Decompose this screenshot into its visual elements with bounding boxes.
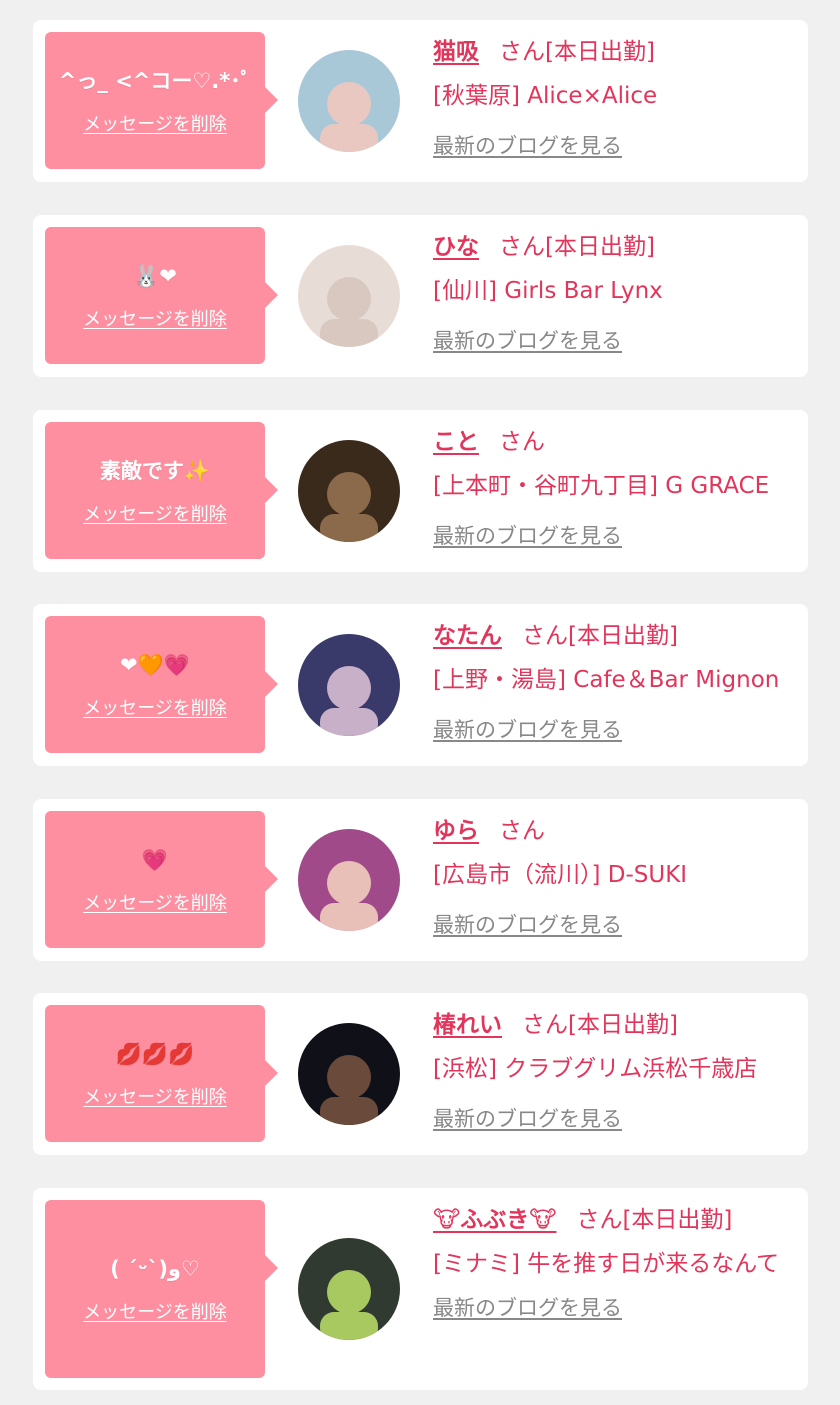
cast-avatar[interactable] [298, 245, 400, 347]
message-text: 🐰❤ [133, 263, 177, 288]
cast-name-link[interactable]: 椿れい [433, 1012, 502, 1038]
cast-info: なたん さん[本日出勤] [上野・湯島] Cafe＆Bar Mignon 最新のブ… [433, 618, 800, 744]
honorific-status: さん [499, 818, 545, 844]
honorific-status: さん[本日出勤] [499, 234, 655, 260]
shop-name: [仙川] Girls Bar Lynx [433, 278, 663, 304]
cast-info: こと さん [上本町・谷町九丁目] G GRACE 最新のブログを見る [433, 424, 800, 550]
message-bubble: 🐰❤ メッセージを削除 [45, 227, 278, 364]
cast-card: 💗 メッセージを削除 ゆら さん [広島市（流川）] D-SUKI 最新のブログを… [33, 799, 808, 961]
delete-message-link[interactable]: メッセージを削除 [83, 500, 227, 526]
cast-avatar[interactable] [298, 1238, 400, 1340]
delete-message-link[interactable]: メッセージを削除 [83, 1083, 227, 1109]
cast-card: 素敵です✨ メッセージを削除 こと さん [上本町・谷町九丁目] G GRACE … [33, 410, 808, 572]
shop-name: [ミナミ] 牛を推す日が来るなんて [433, 1251, 780, 1277]
message-bubble: 💋💋💋 メッセージを削除 [45, 1005, 278, 1142]
delete-message-link[interactable]: メッセージを削除 [83, 305, 227, 331]
cast-name-link[interactable]: 🐮ふぶき🐮 [433, 1207, 556, 1233]
honorific-status: さん[本日出勤] [522, 1012, 678, 1038]
cast-info: 椿れい さん[本日出勤] [浜松] クラブグリム浜松千歳店 最新のブログを見る [433, 1007, 800, 1133]
message-text: 💋💋💋 [115, 1041, 195, 1066]
message-text: 💗 [141, 847, 169, 872]
honorific-status: さん [499, 429, 545, 455]
cast-card: ( ˊᵕˋ)و♡ メッセージを削除 🐮ふぶき🐮 さん[本日出勤] [ミナミ] 牛を… [33, 1188, 808, 1390]
cast-avatar[interactable] [298, 1023, 400, 1125]
message-text: 素敵です✨ [99, 458, 211, 483]
latest-blog-link[interactable]: 最新のブログを見る [433, 909, 622, 939]
cast-card: 💋💋💋 メッセージを削除 椿れい さん[本日出勤] [浜松] クラブグリム浜松千歳… [33, 993, 808, 1155]
delete-message-link[interactable]: メッセージを削除 [83, 1298, 227, 1324]
favorite-cast-list: ^っ_ <^コー♡.*･ﾟ メッセージを削除 猫吸 さん[本日出勤] [秋葉原] … [0, 0, 840, 1405]
message-bubble: 素敵です✨ メッセージを削除 [45, 422, 278, 559]
latest-blog-link[interactable]: 最新のブログを見る [433, 1292, 622, 1322]
cast-info: 猫吸 さん[本日出勤] [秋葉原] Alice×Alice 最新のブログを見る [433, 34, 800, 160]
cast-info: 🐮ふぶき🐮 さん[本日出勤] [ミナミ] 牛を推す日が来るなんて 最新のブログを見… [433, 1202, 800, 1322]
cast-name-link[interactable]: なたん [433, 623, 502, 649]
cast-info: ゆら さん [広島市（流川）] D-SUKI 最新のブログを見る [433, 813, 800, 939]
cast-name-link[interactable]: ひな [433, 234, 479, 260]
shop-name: [浜松] クラブグリム浜松千歳店 [433, 1056, 758, 1082]
cast-name-link[interactable]: こと [433, 429, 479, 455]
shop-name: [上野・湯島] Cafe＆Bar Mignon [433, 667, 780, 693]
message-bubble: ( ˊᵕˋ)و♡ メッセージを削除 [45, 1200, 278, 1378]
cast-avatar[interactable] [298, 634, 400, 736]
delete-message-link[interactable]: メッセージを削除 [83, 889, 227, 915]
cast-card: 🐰❤ メッセージを削除 ひな さん[本日出勤] [仙川] Girls Bar Ly… [33, 215, 808, 377]
cast-name-link[interactable]: ゆら [433, 818, 479, 844]
honorific-status: さん[本日出勤] [522, 623, 678, 649]
cast-avatar[interactable] [298, 440, 400, 542]
message-text: ( ˊᵕˋ)و♡ [110, 1257, 200, 1281]
cast-avatar[interactable] [298, 50, 400, 152]
cast-card: ^っ_ <^コー♡.*･ﾟ メッセージを削除 猫吸 さん[本日出勤] [秋葉原] … [33, 20, 808, 182]
delete-message-link[interactable]: メッセージを削除 [83, 694, 227, 720]
latest-blog-link[interactable]: 最新のブログを見る [433, 714, 622, 744]
message-bubble: ^っ_ <^コー♡.*･ﾟ メッセージを削除 [45, 32, 278, 169]
shop-name: [上本町・谷町九丁目] G GRACE [433, 473, 770, 499]
message-text: ^っ_ <^コー♡.*･ﾟ [58, 68, 252, 93]
message-bubble: ❤🧡💗 メッセージを削除 [45, 616, 278, 753]
message-bubble: 💗 メッセージを削除 [45, 811, 278, 948]
latest-blog-link[interactable]: 最新のブログを見る [433, 325, 622, 355]
cast-card: ❤🧡💗 メッセージを削除 なたん さん[本日出勤] [上野・湯島] Cafe＆Ba… [33, 604, 808, 766]
shop-name: [秋葉原] Alice×Alice [433, 83, 658, 109]
latest-blog-link[interactable]: 最新のブログを見る [433, 520, 622, 550]
honorific-status: さん[本日出勤] [576, 1207, 733, 1233]
message-text: ❤🧡💗 [120, 652, 190, 677]
cast-info: ひな さん[本日出勤] [仙川] Girls Bar Lynx 最新のブログを見る [433, 229, 800, 355]
shop-name: [広島市（流川）] D-SUKI [433, 862, 688, 888]
cast-avatar[interactable] [298, 829, 400, 931]
delete-message-link[interactable]: メッセージを削除 [83, 110, 227, 136]
latest-blog-link[interactable]: 最新のブログを見る [433, 130, 622, 160]
honorific-status: さん[本日出勤] [499, 39, 655, 65]
cast-name-link[interactable]: 猫吸 [433, 39, 479, 65]
latest-blog-link[interactable]: 最新のブログを見る [433, 1103, 622, 1133]
